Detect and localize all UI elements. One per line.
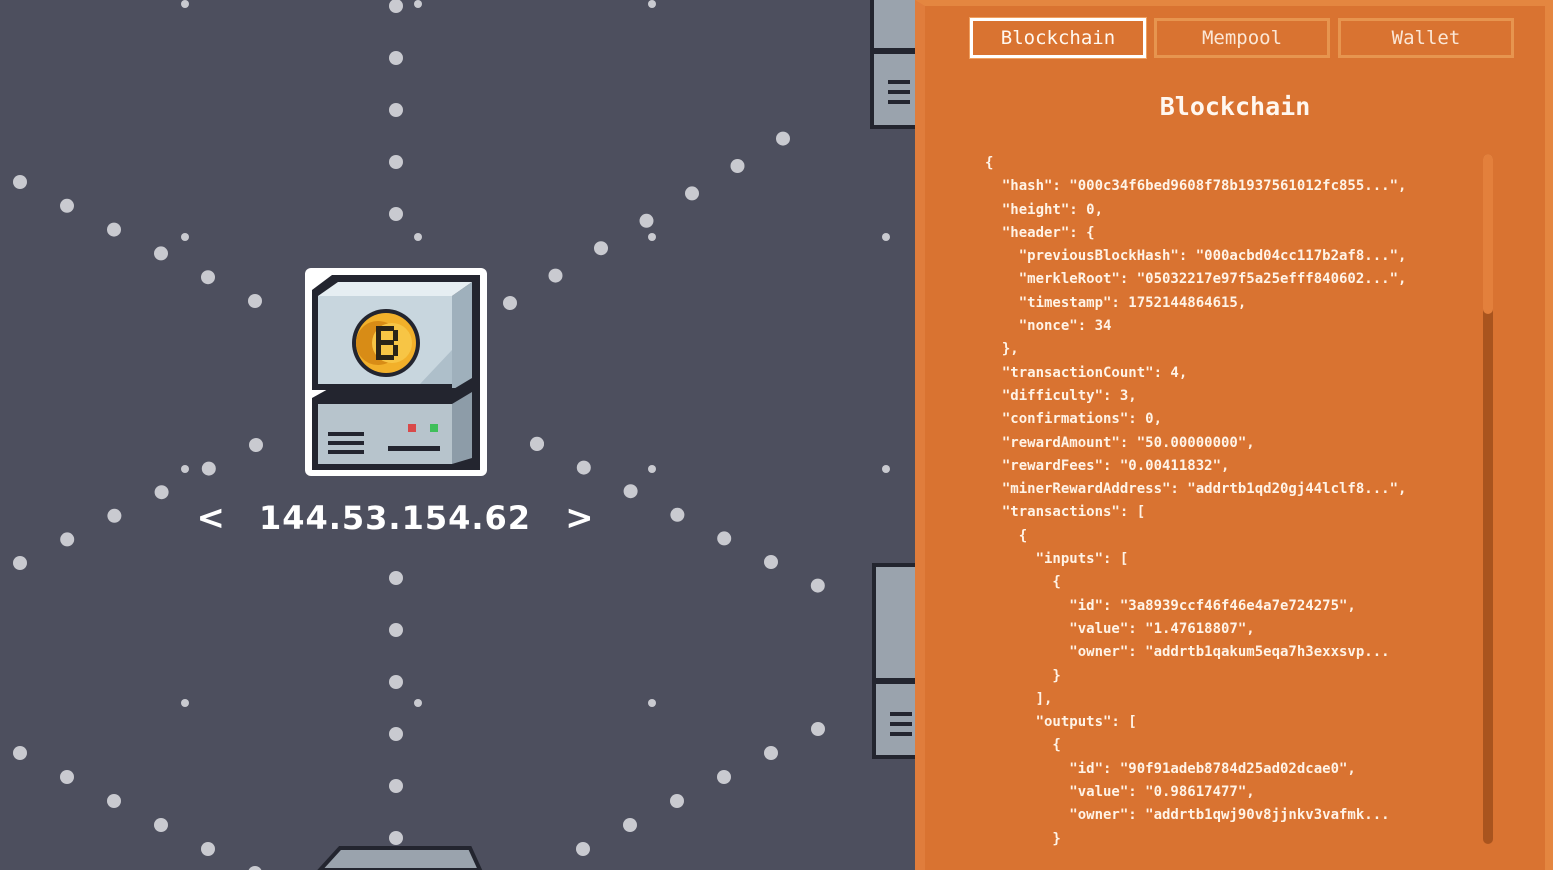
connection-dot <box>648 233 656 241</box>
tab-mempool[interactable]: Mempool <box>1154 18 1330 58</box>
connection-dot <box>414 0 422 8</box>
network-view <box>13 0 915 870</box>
tab-wallet[interactable]: Wallet <box>1338 18 1514 58</box>
connection-dot <box>730 159 745 173</box>
connection-dot <box>648 0 656 8</box>
panel-title: Blockchain <box>1159 92 1311 121</box>
connection-dot <box>389 779 403 793</box>
connection-dot <box>13 746 27 760</box>
scrollbar-track[interactable] <box>1483 154 1493 844</box>
connection-dot <box>248 866 262 870</box>
scrollbar-thumb[interactable] <box>1483 154 1493 314</box>
connection-dot <box>201 270 215 285</box>
connection-dot <box>414 699 422 707</box>
connection-dot <box>717 770 731 784</box>
next-node-button[interactable]: > <box>565 501 594 535</box>
connection-dot <box>389 51 403 65</box>
connection-dot <box>882 233 890 241</box>
tab-blockchain[interactable]: Blockchain <box>970 18 1146 58</box>
connection-dot <box>503 296 517 310</box>
connection-dot <box>623 484 638 499</box>
connection-dot <box>60 770 74 784</box>
connection-dot <box>13 175 27 189</box>
connection-dot <box>60 532 75 547</box>
connection-dot <box>154 818 168 832</box>
connection-dot <box>648 699 656 707</box>
panel-tabs: Blockchain Mempool Wallet <box>970 18 1514 58</box>
connection-dot <box>13 556 27 570</box>
connection-dot <box>670 794 684 808</box>
connection-dot <box>107 222 121 237</box>
connection-dot <box>648 465 656 473</box>
block-json-viewer[interactable]: { "hash": "000c34f6bed9608f78b1937561012… <box>985 152 1485 846</box>
neighbor-node-middle-icon[interactable] <box>872 563 915 759</box>
network-canvas: < 144.53.154.62 > <box>0 0 915 870</box>
node-ip-address: 144.53.154.62 <box>258 499 532 537</box>
connection-dot <box>181 699 189 707</box>
block-json-text: { "hash": "000c34f6bed9608f78b1937561012… <box>985 155 1407 846</box>
connection-dot <box>107 794 121 808</box>
connection-dot <box>685 186 699 201</box>
connection-dot <box>389 103 403 117</box>
connection-dot <box>810 578 825 593</box>
connection-dot <box>764 555 778 569</box>
connection-dot <box>248 294 262 308</box>
connection-dot <box>389 831 403 845</box>
node-navigator: < 144.53.154.62 > <box>196 493 593 543</box>
connection-dot <box>181 233 189 241</box>
connection-dot <box>414 233 422 241</box>
connection-dot <box>639 213 654 228</box>
miner-node-icon[interactable] <box>305 268 487 476</box>
connection-dot <box>201 842 215 856</box>
connection-dot <box>60 198 74 213</box>
connection-dot <box>389 675 403 689</box>
connection-dot <box>389 727 403 741</box>
connection-dot <box>181 0 189 8</box>
connection-dot <box>548 268 563 283</box>
connection-dot <box>882 465 890 473</box>
connection-dot <box>594 241 608 256</box>
side-panel: Blockchain Mempool Wallet Blockchain { "… <box>915 0 1553 870</box>
neighbor-node-bottom-icon[interactable] <box>317 846 483 870</box>
connection-dot <box>107 508 122 523</box>
connection-dot <box>154 246 168 261</box>
connection-dot <box>670 507 685 522</box>
connection-dot <box>717 531 732 546</box>
connection-dot <box>764 746 778 760</box>
connection-dot <box>530 437 544 451</box>
connection-dot <box>811 722 825 736</box>
connection-dot <box>389 207 403 221</box>
connection-dot <box>623 818 637 832</box>
connection-dot <box>389 571 403 585</box>
connection-dot <box>201 461 216 476</box>
connection-dot <box>576 460 591 475</box>
connection-dot <box>389 0 403 13</box>
connection-dot <box>776 131 790 146</box>
connection-dot <box>389 623 403 637</box>
connection-dot <box>576 842 590 856</box>
connection-dot <box>181 465 189 473</box>
connection-dot <box>154 485 169 500</box>
connection-dot <box>249 438 263 452</box>
previous-node-button[interactable]: < <box>196 501 225 535</box>
neighbor-node-top-icon[interactable] <box>870 0 915 129</box>
connection-dot <box>389 155 403 169</box>
